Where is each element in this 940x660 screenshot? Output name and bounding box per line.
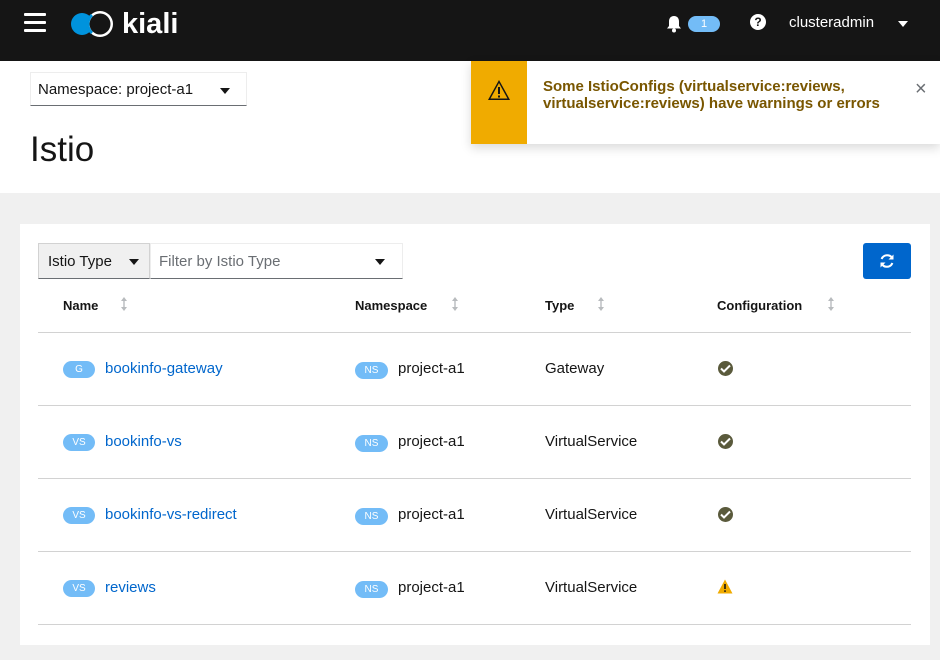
column-header-type[interactable]: Type <box>545 298 574 313</box>
app-name: kiali <box>122 8 179 40</box>
table-divider <box>38 478 911 479</box>
type-badge: VS <box>63 434 95 451</box>
namespace-badge: NS <box>355 581 388 598</box>
namespace-badge: NS <box>355 435 388 452</box>
filter-placeholder: Filter by Istio Type <box>159 253 281 270</box>
hamburger-menu-icon[interactable] <box>24 13 46 33</box>
warning-alert: Some IstioConfigs (virtualservice:review… <box>471 61 940 144</box>
chevron-down-icon <box>220 88 230 94</box>
column-header-namespace[interactable]: Namespace <box>355 298 427 313</box>
type-cell: VirtualService <box>545 433 638 450</box>
refresh-button[interactable] <box>863 243 911 279</box>
help-icon[interactable]: ? <box>750 14 766 30</box>
type-cell: VirtualService <box>545 579 638 596</box>
namespace-cell: project-a1 <box>398 506 465 523</box>
namespace-badge: NS <box>355 508 388 525</box>
alert-message: Some IstioConfigs (virtualservice:review… <box>543 78 880 112</box>
filter-type-label: Istio Type <box>48 253 112 270</box>
sort-icon[interactable] <box>828 297 834 311</box>
filter-type-select[interactable]: Istio Type <box>38 243 150 279</box>
namespace-selector[interactable]: Namespace: project-a1 <box>30 72 247 106</box>
valid-check-icon[interactable] <box>718 434 733 449</box>
warning-icon <box>488 80 510 100</box>
type-cell: VirtualService <box>545 506 638 523</box>
column-header-configuration[interactable]: Configuration <box>717 298 802 313</box>
sort-icon[interactable] <box>121 297 127 311</box>
table-divider <box>38 405 911 406</box>
user-menu[interactable]: clusteradmin <box>789 14 874 31</box>
refresh-icon <box>880 254 894 268</box>
valid-check-icon[interactable] <box>718 361 733 376</box>
masthead: kiali 1 ? clusteradmin <box>0 0 940 61</box>
table-divider <box>38 624 911 625</box>
namespace-cell: project-a1 <box>398 360 465 377</box>
type-badge: VS <box>63 580 95 597</box>
config-name-link[interactable]: bookinfo-gateway <box>105 360 223 377</box>
chevron-down-icon <box>375 259 385 265</box>
warning-icon[interactable] <box>717 579 733 594</box>
namespace-cell: project-a1 <box>398 433 465 450</box>
config-name-link[interactable]: reviews <box>105 579 156 596</box>
close-icon[interactable]: × <box>915 79 927 99</box>
config-name-link[interactable]: bookinfo-vs <box>105 433 182 450</box>
table-divider <box>38 332 911 333</box>
bell-icon[interactable] <box>666 15 682 33</box>
sort-icon[interactable] <box>452 297 458 311</box>
notification-count-badge[interactable]: 1 <box>688 16 720 32</box>
namespace-badge: NS <box>355 362 388 379</box>
column-header-name[interactable]: Name <box>63 298 98 313</box>
page-title: Istio <box>30 130 95 169</box>
type-badge: G <box>63 361 95 378</box>
table-divider <box>38 551 911 552</box>
kiali-logo-icon <box>71 11 113 37</box>
type-cell: Gateway <box>545 360 605 377</box>
config-name-link[interactable]: bookinfo-vs-redirect <box>105 506 237 523</box>
filter-value-select[interactable]: Filter by Istio Type <box>150 243 403 279</box>
sort-icon[interactable] <box>598 297 604 311</box>
valid-check-icon[interactable] <box>718 507 733 522</box>
chevron-down-icon <box>129 259 139 265</box>
namespace-selector-label: Namespace: project-a1 <box>38 81 194 98</box>
namespace-cell: project-a1 <box>398 579 465 596</box>
kiali-logo[interactable]: kiali <box>70 8 178 40</box>
user-menu-caret-icon[interactable] <box>898 21 908 27</box>
type-badge: VS <box>63 507 95 524</box>
alert-stripe <box>471 61 527 144</box>
